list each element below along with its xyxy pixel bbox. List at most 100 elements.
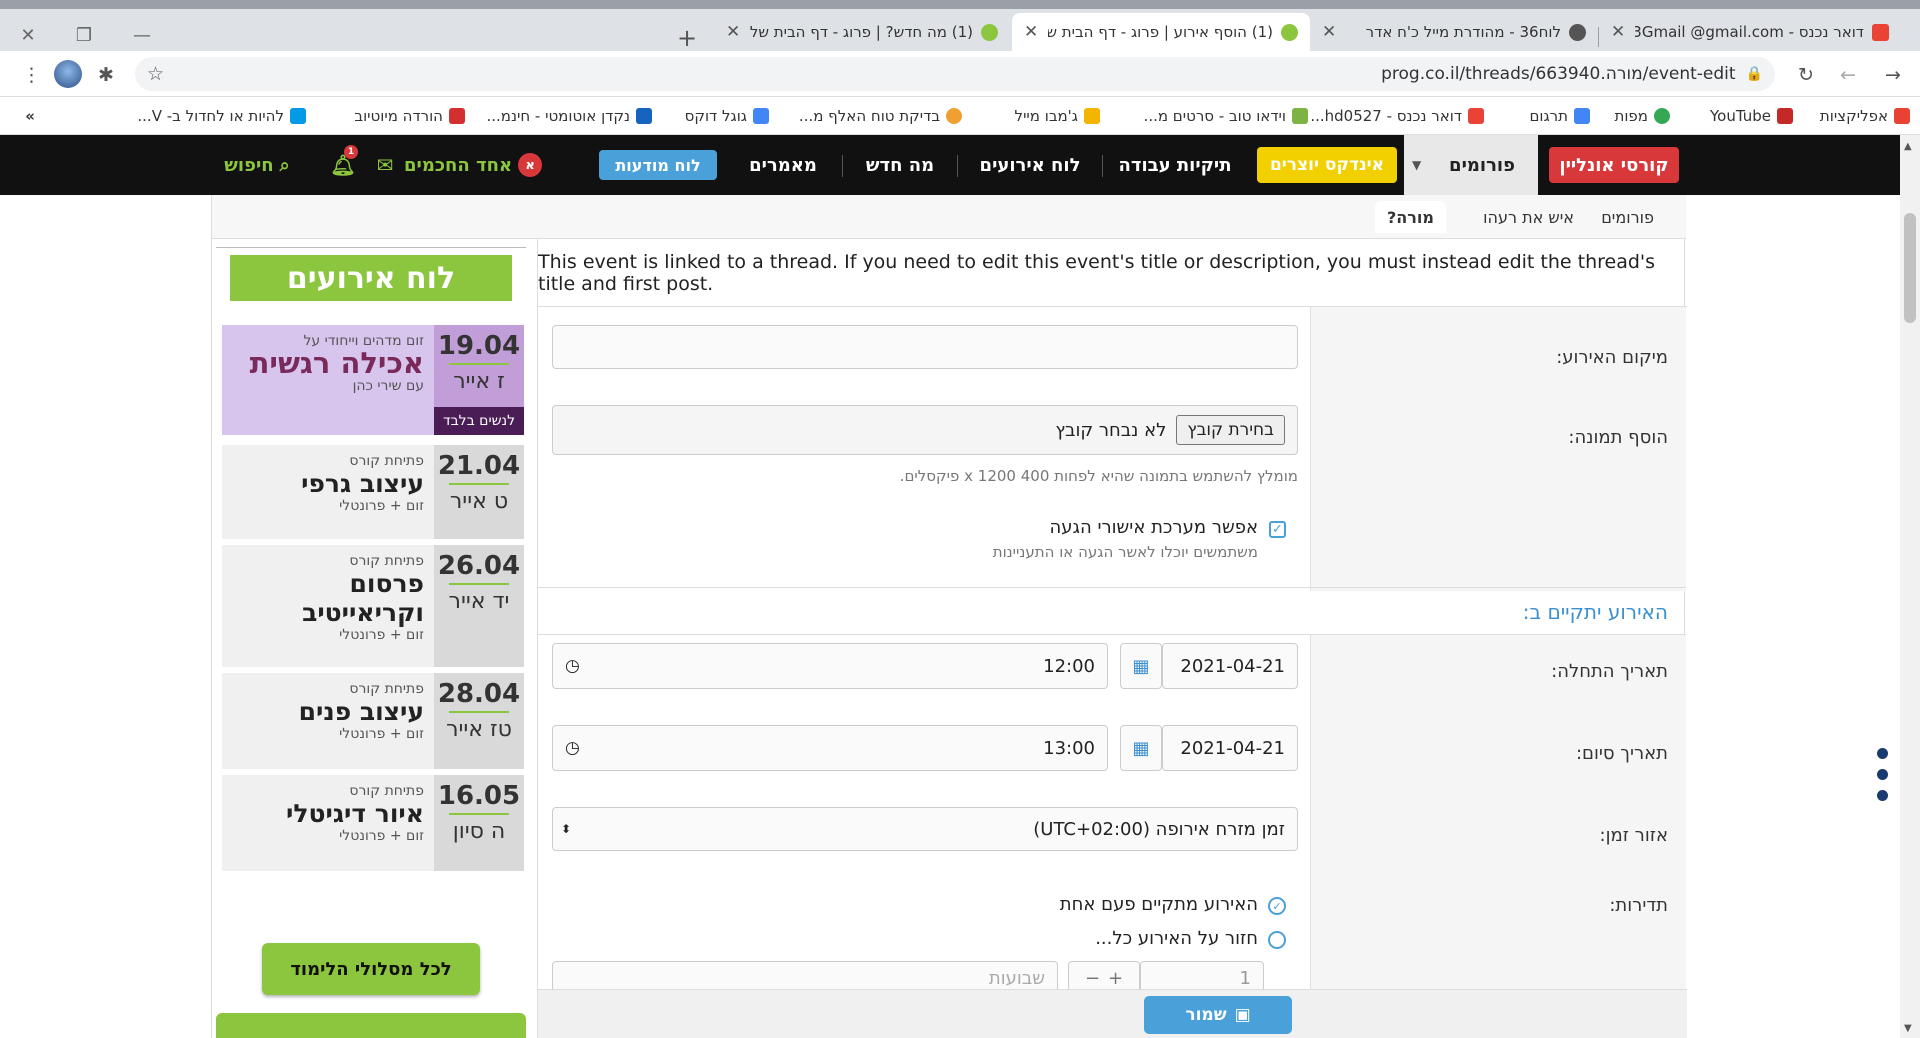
avatar: א [518,153,542,177]
bookmark-translate[interactable]: תרגום [1529,105,1590,127]
star-icon[interactable]: ☆ [147,63,164,85]
reload-icon[interactable]: ↻ [1798,64,1814,86]
more-bookmarks[interactable]: » [25,105,35,127]
close-icon[interactable]: ✕ [1024,22,1038,42]
floppy-icon: ▣ [1234,1005,1251,1025]
bookmark-apps[interactable]: אפליקציות [1820,105,1910,127]
nav-whats-new[interactable]: מה חדש [845,147,955,183]
globe-icon [1569,23,1586,41]
jumbo-icon [1084,108,1100,124]
scroll-thumb[interactable] [1904,213,1916,323]
start-time-input[interactable]: 12:00 ◷ [552,643,1108,689]
file-input[interactable]: בחירת קובץ לא נבחר קובץ [552,405,1298,455]
window-close-icon[interactable]: ✕ [8,18,48,52]
nav-job-folders[interactable]: תיקיות עבודה [1105,147,1245,183]
rsvp-label[interactable]: אפשר מערכת אישורי הגעה [1050,517,1258,538]
close-icon[interactable]: ✕ [1322,22,1336,42]
end-time-input[interactable]: 13:00 ◷ [552,725,1108,771]
calendar-icon[interactable]: ▦ [1120,643,1162,689]
freq-once-radio[interactable]: ✓ [1268,897,1286,915]
breadcrumb-forums[interactable]: פורומים [1589,201,1666,233]
event-card[interactable]: 26.04 יד אייר פתיחת קורס פרסום וקריאייטי… [222,545,524,667]
bookmark-lihiyot[interactable]: להיות או לחדול ב- V... [137,105,306,127]
page-scrollbar[interactable]: ▲ ▼ [1900,135,1920,1038]
browser-address-bar: → ← ↻ ☆ prog.co.il/threads/663940.מורה/e… [0,51,1920,97]
clock-icon[interactable]: ◷ [565,738,580,758]
check-icon [946,108,962,124]
end-date-input[interactable]: 2021-04-21 [1162,725,1298,771]
select-arrows-icon: ⬍ [561,822,572,836]
window-minimize-icon[interactable]: — [122,18,162,52]
tab-luach36[interactable]: לוח36 - מהודרת מייל כ'ח אדר ✕ [1310,13,1598,51]
profile-avatar[interactable] [54,60,82,88]
extensions-icon[interactable]: ✱ [98,64,114,86]
nav-forums[interactable]: פורומים ▼ [1404,135,1538,195]
envelope-icon[interactable]: ✉ [370,147,400,183]
timezone-label: אזור זמן: [1599,825,1668,846]
bookmark-jumbo[interactable]: ג'מבו מייל [1015,105,1100,127]
choose-file-button[interactable]: בחירת קובץ [1176,415,1285,445]
tab-gmail[interactable]: דואר נכנס - Gmail ⁩@gmail.com⁨3 ✕ [1599,13,1901,51]
side-menu-dots[interactable] [1877,748,1891,811]
event-date: 28.04 טז אייר [434,673,524,769]
new-tab-button[interactable]: + [670,21,704,55]
nav-online-courses[interactable]: קורסי אונליין [1549,147,1679,183]
nav-creators-index[interactable]: אינדקס יוצרים [1257,147,1397,183]
content-container: פורומים איש את רעהו מורה? לוח אירועים 19… [211,195,1687,1038]
scroll-up-icon[interactable]: ▲ [1904,141,1912,152]
user-menu[interactable]: א אחד החכמים [404,147,542,183]
back-arrow-icon[interactable]: → [1885,64,1901,86]
rsvp-checkbox[interactable]: ✓ [1269,521,1286,538]
sidebar-title[interactable]: לוח אירועים [230,255,512,301]
scroll-down-icon[interactable]: ▼ [1904,1023,1912,1034]
start-date-input[interactable]: 2021-04-21 [1162,643,1298,689]
lock-icon[interactable]: 🔒 [1746,66,1763,82]
bookmark-maps[interactable]: מפות [1614,105,1670,127]
search-button[interactable]: ⌕ חיפוש [211,147,303,183]
tab-whats-new[interactable]: (1) מה חדש? | פרוג - דף הבית של ✕ [714,13,1010,51]
sidebar-bottom-button[interactable] [216,1013,526,1038]
breadcrumb-current[interactable]: מורה? [1375,201,1446,233]
date-underline [449,363,509,365]
nav-articles[interactable]: מאמרים [728,147,838,183]
freq-repeat-radio[interactable] [1268,931,1286,949]
save-button[interactable]: ▣ שמור [1144,996,1292,1034]
menu-kebab-icon[interactable]: ⋮ [22,64,41,86]
event-card[interactable]: 16.05 ה סיון פתיחת קורס איור דיגיטלי זום… [222,775,524,871]
gmail-icon [1872,23,1889,41]
url-field[interactable]: ☆ prog.co.il/threads/663940.מורה/event-e… [135,57,1775,91]
plus-icon[interactable]: + [1108,968,1123,989]
breadcrumb-ish[interactable]: איש את רעהו [1471,201,1586,233]
date-underline [449,813,509,815]
window-restore-icon[interactable]: ❐ [64,18,104,52]
forward-arrow-icon[interactable]: ← [1840,64,1856,86]
event-card[interactable]: 28.04 טז אייר פתיחת קורס עיצוב פנים זום … [222,673,524,769]
bookmark-nakdan[interactable]: נקדן אוטומטי - חינמ... [487,105,652,127]
bookmark-docs[interactable]: גוגל דוקס [685,105,769,127]
event-info: זום מדהים וייחודי על אכילה רגשית עם שירי… [222,325,434,435]
location-input[interactable] [552,325,1298,369]
clock-icon[interactable]: ◷ [565,656,580,676]
nav-events-board[interactable]: לוח אירועים [960,147,1100,183]
minus-icon[interactable]: − [1085,968,1100,989]
event-card[interactable]: 19.04 ז אייר לנשים בלבד זום מדהים וייחוד… [222,325,524,435]
freq-repeat-label[interactable]: חזור על האירוע כל... [1095,928,1258,949]
bookmark-video[interactable]: וידאו טוב - סרטים מ... [1144,105,1308,127]
bookmark-gmail[interactable]: דואר נכנס - hd0527... [1310,105,1484,127]
timezone-select[interactable]: זמן מזרח אירופה (UTC+02:00) ⬍ [552,807,1298,851]
bookmark-ytdl[interactable]: הורדה מיוטיוב [354,105,465,127]
close-icon[interactable]: ✕ [1611,22,1625,42]
calendar-icon[interactable]: ▦ [1120,725,1162,771]
event-card[interactable]: 21.04 ט אייר פתיחת קורס עיצוב גרפי זום +… [222,445,524,539]
events-sidebar: לוח אירועים 19.04 ז אייר לנשים בלבד זום … [216,247,526,1038]
nav-ads-board[interactable]: לוח מודעות [599,150,717,180]
all-tracks-button[interactable]: לכל מסלולי הלימוד [262,943,480,995]
browser-top-strip [0,0,1920,9]
nav-separator [1102,155,1103,177]
close-icon[interactable]: ✕ [726,22,740,42]
tab-add-event[interactable]: (1) הוסף אירוע | פרוג - דף הבית ש ✕ [1012,13,1310,51]
bookmark-check[interactable]: בדיקת טוח האלף מ... [799,105,962,127]
bookmark-youtube[interactable]: YouTube [1710,105,1793,127]
freq-once-label[interactable]: האירוע מתקיים פעם אחת [1060,894,1258,915]
bell-icon[interactable]: 🔔︎ 1 [328,145,358,183]
